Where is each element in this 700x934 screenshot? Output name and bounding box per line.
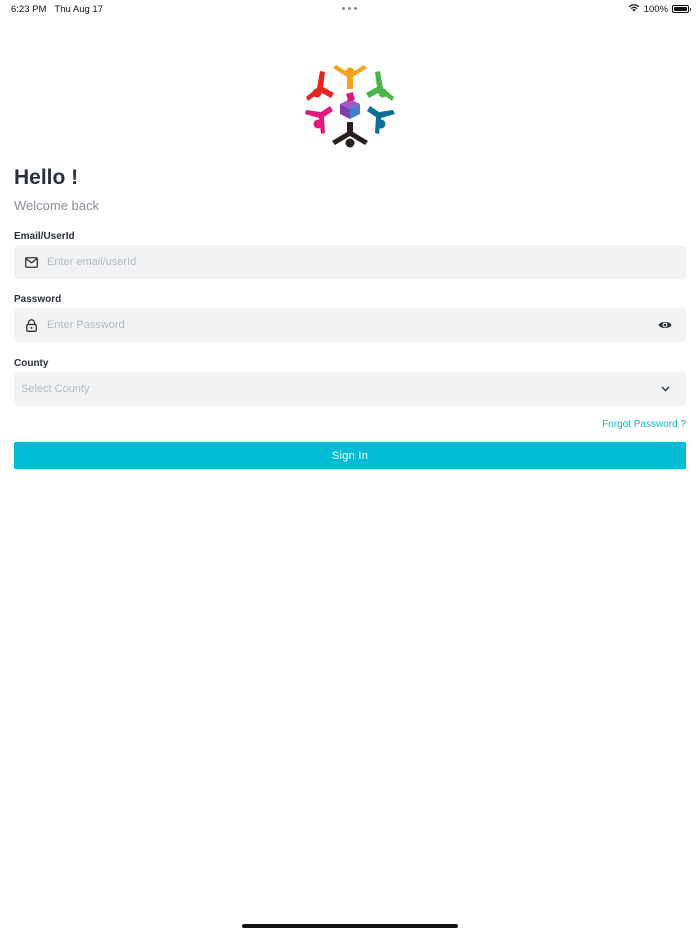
lock-icon (24, 318, 38, 332)
email-label: Email/UserId (14, 231, 75, 242)
battery-percent: 100% (643, 3, 668, 15)
county-label: County (14, 358, 49, 369)
home-indicator[interactable] (242, 924, 458, 928)
password-input[interactable] (47, 308, 657, 342)
battery-icon (672, 5, 691, 13)
eye-icon[interactable] (657, 317, 673, 333)
status-time: 6:23 PM (11, 4, 47, 15)
status-date: Thu Aug 17 (54, 4, 103, 15)
chevron-down-icon[interactable] (657, 381, 673, 397)
mail-icon (24, 255, 38, 269)
status-left: 6:23 PM Thu Aug 17 (11, 4, 103, 15)
email-input[interactable] (47, 245, 686, 279)
county-select-placeholder: Select County (21, 383, 90, 395)
status-right: 100% (628, 3, 691, 15)
wifi-icon (628, 3, 640, 15)
multitasking-dots-icon[interactable] (342, 7, 357, 10)
status-bar: 6:23 PM Thu Aug 17 100% (0, 0, 700, 18)
forgot-password-link[interactable]: Forgot Password ? (602, 419, 686, 430)
password-label: Password (14, 294, 62, 305)
sign-in-button[interactable]: Sign In (14, 442, 686, 469)
page-subtitle: Welcome back (14, 198, 100, 213)
app-logo (303, 62, 397, 150)
page-title: Hello ! (14, 166, 79, 189)
county-select[interactable]: Select County (14, 372, 686, 406)
password-field[interactable] (14, 308, 686, 342)
email-field[interactable] (14, 245, 686, 279)
